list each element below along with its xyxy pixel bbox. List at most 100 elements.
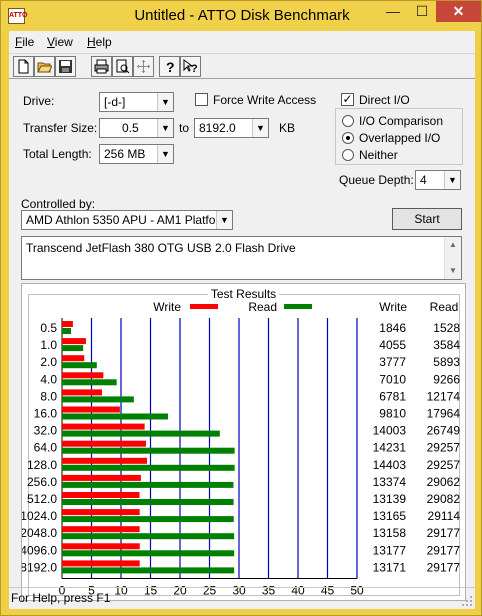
drive-select[interactable]: [-d-] ▼ [99, 92, 174, 112]
write-value: 9810 [379, 407, 406, 421]
neither-label: Neither [359, 148, 398, 162]
direct-io-label: Direct I/O [359, 93, 410, 107]
category-label: 1.0 [40, 338, 57, 352]
write-value: 4055 [379, 338, 406, 352]
chevron-down-icon[interactable]: ▼ [157, 145, 173, 163]
category-label: 512.0 [27, 492, 57, 506]
title-bar[interactable]: ATTO Untitled - ATTO Disk Benchmark — ☐ … [1, 1, 481, 31]
transfer-to-select[interactable]: 8192.0 ▼ [194, 118, 269, 138]
chevron-down-icon[interactable]: ▼ [252, 119, 268, 137]
chevron-down-icon[interactable]: ▼ [444, 171, 460, 189]
overlapped-io-radio[interactable] [342, 132, 354, 144]
write-value: 13177 [373, 543, 407, 557]
write-bar [62, 406, 120, 413]
read-bar [62, 345, 84, 352]
read-value: 1528 [433, 321, 460, 335]
force-write-checkbox[interactable] [195, 93, 208, 106]
legend-write-label: Write [153, 300, 181, 314]
to-label: to [179, 121, 190, 135]
read-bar [62, 362, 97, 369]
minimize-button[interactable]: — [379, 1, 407, 22]
read-value: 29082 [427, 492, 461, 506]
chevron-down-icon[interactable]: ▼ [157, 119, 173, 137]
print-button[interactable] [91, 56, 112, 77]
print-preview-icon [116, 59, 130, 74]
test-results-panel: Test Results Write Read Write Read 0 5 10 15 20 2… [21, 283, 466, 601]
category-label: 4096.0 [22, 543, 57, 557]
app-window: ATTO Untitled - ATTO Disk Benchmark — ☐ … [0, 0, 482, 616]
menu-bar: File View Help [9, 33, 475, 51]
menu-file[interactable]: File [15, 35, 34, 49]
close-button[interactable]: ✕ [436, 1, 481, 22]
column-header-read: Read [430, 300, 459, 314]
read-bar [62, 499, 234, 505]
resize-grip-icon[interactable] [461, 595, 473, 607]
category-label: 0.5 [40, 321, 57, 335]
print-preview-button[interactable] [112, 56, 133, 77]
maximize-button[interactable]: ☐ [408, 1, 436, 22]
write-bar [62, 423, 145, 430]
chevron-down-icon[interactable]: ▼ [157, 93, 173, 111]
read-bar [62, 567, 235, 574]
write-value: 1846 [379, 321, 406, 335]
read-bar [62, 413, 168, 420]
controlled-by-label: Controlled by: [21, 197, 96, 211]
total-length-select[interactable]: 256 MB ▼ [99, 144, 174, 164]
toolbar: ? ? [9, 53, 475, 79]
read-value: 29114 [428, 509, 461, 523]
category-label: 4.0 [40, 372, 57, 386]
write-value: 13374 [373, 475, 407, 489]
category-label: 64.0 [34, 441, 58, 455]
read-bar [62, 447, 235, 454]
direct-io-checkbox[interactable]: ✓ [341, 93, 354, 106]
open-folder-icon [37, 62, 52, 73]
open-button[interactable] [34, 56, 55, 77]
write-bar [62, 509, 140, 516]
read-value: 29177 [427, 560, 461, 574]
read-value: 12174 [427, 389, 461, 403]
category-label: 1024.0 [22, 509, 57, 523]
new-file-icon [18, 59, 29, 74]
write-bar [62, 338, 86, 345]
transfer-size-label: Transfer Size: [23, 121, 98, 135]
scroll-down-icon[interactable]: ▼ [445, 263, 461, 279]
category-label: 32.0 [34, 424, 58, 438]
move-icon [137, 60, 150, 73]
read-value: 29177 [427, 543, 461, 557]
category-label: 8192.0 [22, 560, 57, 574]
menu-view[interactable]: View [47, 35, 73, 49]
chevron-down-icon[interactable]: ▼ [216, 211, 232, 229]
write-value: 14403 [373, 458, 407, 472]
read-value: 29257 [427, 441, 461, 455]
help-icon: ? [166, 59, 175, 74]
write-bar [62, 440, 146, 447]
kb-label: KB [279, 121, 296, 135]
drive-label: Drive: [23, 94, 55, 108]
read-bar [62, 516, 234, 523]
context-help-button[interactable]: ? [180, 56, 201, 77]
read-bar [62, 550, 235, 557]
controlled-by-select[interactable]: AMD Athlon 5350 APU - AM1 Platform ▼ [21, 210, 233, 230]
total-length-label: Total Length: [23, 147, 92, 161]
write-value: 6781 [379, 389, 406, 403]
legend-write-swatch [190, 304, 218, 309]
write-value: 14003 [373, 424, 407, 438]
description-scrollbar[interactable]: ▲ ▼ [444, 237, 461, 279]
move-button[interactable] [133, 56, 154, 77]
new-file-button[interactable] [13, 56, 34, 77]
write-bar [62, 526, 140, 533]
queue-depth-select[interactable]: 4 ▼ [415, 170, 461, 190]
io-comparison-radio[interactable] [342, 115, 354, 127]
start-button[interactable]: Start [392, 208, 462, 230]
read-value: 9266 [433, 372, 460, 386]
description-textarea[interactable]: Transcend JetFlash 380 OTG USB 2.0 Flash… [21, 236, 462, 280]
transfer-from-select[interactable]: 0.5 ▼ [99, 118, 174, 138]
neither-radio[interactable] [342, 149, 354, 161]
scroll-up-icon[interactable]: ▲ [445, 237, 461, 253]
save-button[interactable] [55, 56, 76, 77]
menu-help[interactable]: Help [87, 35, 112, 49]
read-bar [62, 328, 72, 334]
help-button[interactable]: ? [159, 56, 180, 77]
write-bar [62, 492, 140, 498]
read-value: 5893 [433, 355, 460, 369]
